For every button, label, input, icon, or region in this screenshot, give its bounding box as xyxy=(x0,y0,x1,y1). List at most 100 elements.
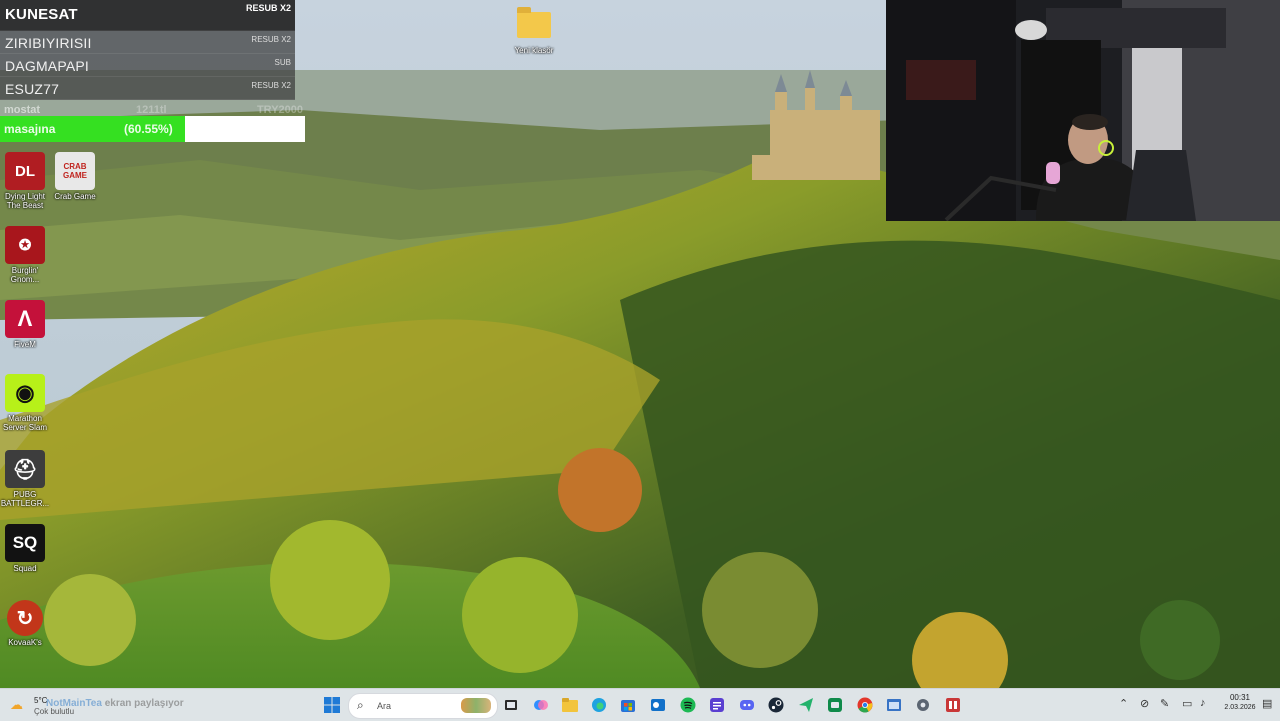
taskbar-app-green[interactable] xyxy=(795,694,817,716)
taskbar-file-explorer[interactable] xyxy=(559,694,581,716)
alert-username: KUNESAT xyxy=(5,6,78,23)
goal-name: masajına xyxy=(4,122,56,136)
gear-icon xyxy=(917,699,929,711)
search-highlight-icon xyxy=(461,698,491,713)
desktop-icon-crab-game[interactable]: CRAB GAME Crab Game xyxy=(50,152,100,201)
cloud-icon: ☁ xyxy=(10,697,23,712)
paper-plane-icon xyxy=(799,698,813,712)
taskbar-app-red[interactable] xyxy=(942,694,964,716)
desktop-icon-kovaaks[interactable]: ↻ KovaaK's xyxy=(0,600,50,647)
alert-row: DAGMAPAPI SUB xyxy=(0,54,295,77)
alert-badge: RESUB X2 xyxy=(245,3,291,13)
taskbar-chrome[interactable] xyxy=(854,694,876,716)
dying-light-icon: DL xyxy=(5,152,45,190)
edge-icon xyxy=(592,698,606,712)
volume-icon[interactable]: ♪ xyxy=(1200,697,1206,709)
chevron-up-icon[interactable]: ⌃ xyxy=(1119,697,1128,710)
window-app-icon xyxy=(887,699,901,711)
desktop-icon-dying-light[interactable]: DL Dying Light The Beast xyxy=(0,152,50,210)
taskbar: ☁ 5°C Çok bulutlu NotMainTea ekran payla… xyxy=(0,688,1280,721)
store-icon xyxy=(621,700,635,712)
desktop-icon-fivem[interactable]: Λ FiveM xyxy=(0,300,50,349)
webcam-feed xyxy=(886,0,1280,221)
taskbar-search[interactable]: ⌕ xyxy=(348,693,498,719)
desktop-icon-label: Marathon Server Slam xyxy=(2,414,47,432)
desktop-icon-label: FiveM xyxy=(14,340,36,349)
desktop-icon-pubg[interactable]: ⛑ PUBG BATTLEGR... xyxy=(0,450,50,508)
goal-percent: (60.55%) xyxy=(124,122,173,136)
alert-badge: RESUB X2 xyxy=(251,81,291,90)
alert-row: ZIRIBIYIRISII RESUB X2 xyxy=(0,31,295,54)
goal-current-amount: 1211tl xyxy=(136,104,167,116)
desktop-folder-yeni-klasor[interactable]: Yeni klasör xyxy=(509,6,559,55)
desktop-icon-label: KovaaK's xyxy=(8,638,42,647)
chrome-icon xyxy=(857,697,873,713)
alert-row: KUNESAT RESUB X2 xyxy=(0,0,295,31)
screen-share-notice: NotMainTea ekran paylaşıyor xyxy=(46,698,184,709)
fivem-icon: Λ xyxy=(5,300,45,338)
marathon-icon: ◉ xyxy=(5,374,45,412)
task-view-button[interactable] xyxy=(500,694,522,716)
pen-icon[interactable]: ✎ xyxy=(1160,697,1169,710)
spotify-icon xyxy=(680,697,696,713)
desktop-icon-label: PUBG BATTLEGR... xyxy=(0,490,50,508)
folder-icon xyxy=(562,698,578,712)
taskbar-edge[interactable] xyxy=(588,694,610,716)
record-app-icon xyxy=(946,698,960,712)
stream-alert-list: KUNESAT RESUB X2 ZIRIBIYIRISII RESUB X2 … xyxy=(0,0,295,100)
mail-icon xyxy=(651,699,665,711)
taskbar-clock[interactable]: 00:31 2.03.2026 xyxy=(1222,693,1258,711)
alert-username: DAGMAPAPI xyxy=(5,58,90,74)
notes-app-icon xyxy=(710,698,724,712)
desktop-icon-label: Dying Light The Beast xyxy=(4,192,46,210)
taskbar-app-blue[interactable] xyxy=(883,694,905,716)
taskbar-app-purple[interactable] xyxy=(706,694,728,716)
windows-logo-icon xyxy=(324,697,340,713)
start-button[interactable] xyxy=(321,694,343,716)
taskbar-steam[interactable] xyxy=(765,694,787,716)
taskbar-discord[interactable] xyxy=(736,694,758,716)
notification-bell-icon[interactable]: ▤ xyxy=(1262,697,1272,710)
desktop-icon-marathon[interactable]: ◉ Marathon Server Slam xyxy=(0,374,50,432)
search-input[interactable] xyxy=(375,697,459,715)
goal-stats: 1211tl TRY2000 xyxy=(130,104,305,116)
network-icon[interactable]: ▭ xyxy=(1182,697,1192,710)
squad-icon: SQ xyxy=(5,524,45,562)
goal-target-amount: TRY2000 xyxy=(256,104,303,116)
task-view-icon xyxy=(505,700,517,710)
steam-icon xyxy=(768,697,784,713)
burglin-gnomes-icon: ✪ xyxy=(5,226,45,264)
webcam-overlay xyxy=(886,0,1280,221)
taskbar-outlook[interactable] xyxy=(647,694,669,716)
alert-badge: RESUB X2 xyxy=(251,35,291,44)
discord-icon xyxy=(740,700,754,710)
share-status: ekran paylaşıyor xyxy=(104,698,184,709)
clock-time: 00:31 xyxy=(1229,693,1251,702)
desktop-icon-label: Squad xyxy=(13,564,37,573)
clock-date: 2.03.2026 xyxy=(1224,704,1256,711)
alert-username: ESUZ77 xyxy=(5,81,60,97)
taskbar-settings[interactable] xyxy=(912,694,934,716)
goal-top-label: mostat xyxy=(4,104,41,116)
kovaaks-icon: ↻ xyxy=(7,600,43,636)
desktop-folder-label: Yeni klasör xyxy=(514,46,554,55)
crab-game-icon: CRAB GAME xyxy=(55,152,95,190)
alert-row: ESUZ77 RESUB X2 xyxy=(0,77,295,100)
taskbar-spotify[interactable] xyxy=(677,694,699,716)
terminal-icon xyxy=(828,698,842,712)
folder-icon xyxy=(517,7,551,38)
taskbar-store[interactable] xyxy=(617,694,639,716)
desktop-icon-label: Crab Game xyxy=(54,192,96,201)
share-username: NotMainTea xyxy=(46,698,102,709)
copilot-icon xyxy=(534,700,548,710)
search-icon: ⌕ xyxy=(357,698,364,712)
donation-goal-bar: masajına (60.55%) xyxy=(0,116,305,142)
desktop-icon-burglin-gnomes[interactable]: ✪ Burglin' Gnom... xyxy=(0,226,50,284)
taskbar-app-terminal[interactable] xyxy=(824,694,846,716)
desktop-icon-squad[interactable]: SQ Squad xyxy=(0,524,50,573)
alert-badge: SUB xyxy=(274,58,291,67)
desktop-icon-label: Burglin' Gnom... xyxy=(10,266,40,284)
alert-username: ZIRIBIYIRISII xyxy=(5,35,92,51)
taskbar-copilot[interactable] xyxy=(530,694,552,716)
muted-camera-icon[interactable]: ⊘ xyxy=(1140,697,1149,710)
